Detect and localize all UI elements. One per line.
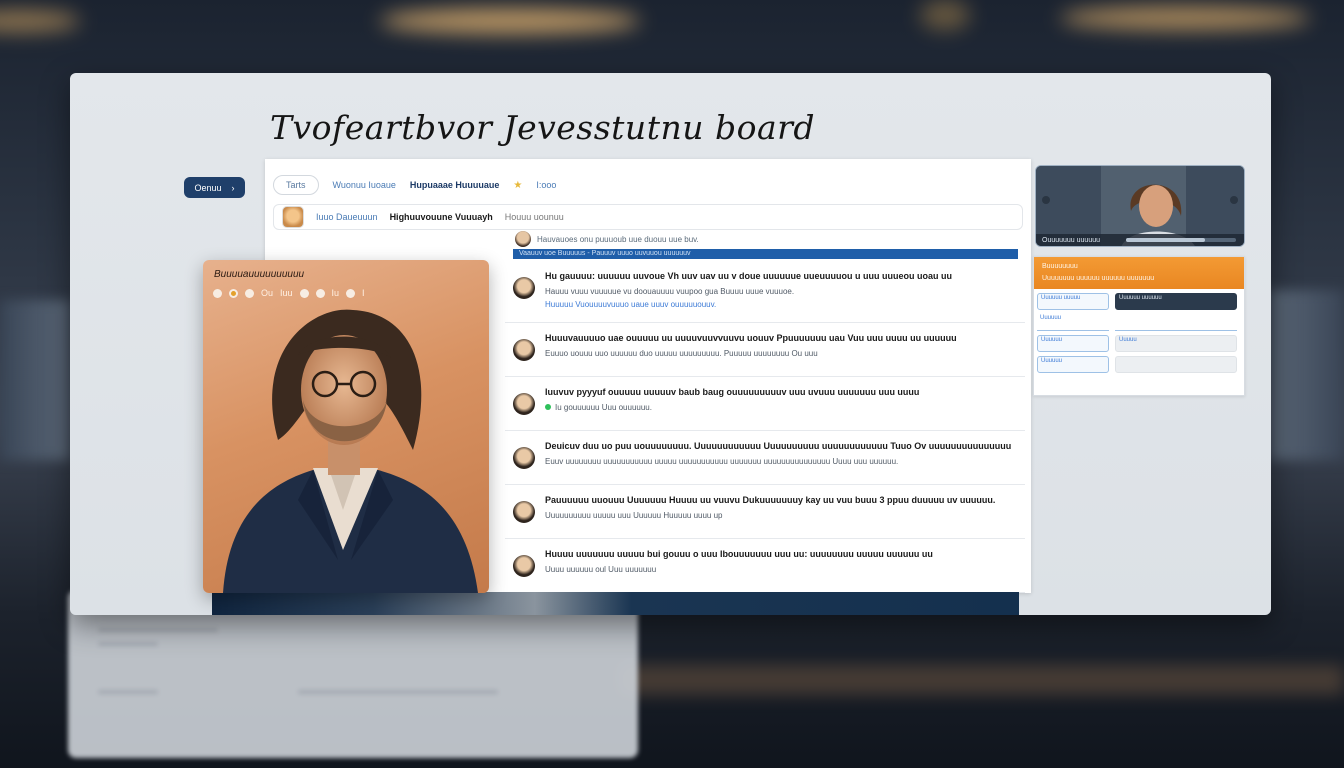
avatar [282, 206, 304, 228]
item-text: Euuv uuuuuuuu uuuuuuuuuuu uuuuu uuuuuuuu… [545, 457, 899, 466]
ceiling-light [1060, 6, 1310, 30]
avatar [513, 555, 535, 577]
status-label: I [362, 288, 365, 298]
profile-name: Buuuuauuuuuuuuuu [214, 269, 305, 280]
feed-header: Tarts Wuonuu Iuoaue Hupuaaae Huuuuaue ★ … [273, 173, 1023, 197]
avatar [513, 339, 535, 361]
tab-secondary[interactable]: Hupuaaae Huuuuaue [410, 180, 500, 190]
item-meta: Huuuuu Vuouuuuvuuuo uaue uuuv ouuuuuouuv… [545, 300, 717, 309]
chevron-right-icon: › [231, 182, 235, 193]
subheader-label: Iuuo Daueuuun [316, 212, 378, 222]
list-item[interactable]: Iuuvuv pyyyuf ouuuuu uuuuuv baub baug ou… [505, 379, 1025, 431]
ghost-line [98, 690, 158, 694]
avatar [515, 231, 531, 247]
item-text: Hauuu vuuu vuuuuue vu doouauuuu vuupoo g… [545, 287, 795, 296]
notification-banner[interactable]: Vaauuv uoe Buuuuus - Pauuuv uuuo uuvuuou… [513, 249, 1018, 259]
subheader-title: Highuuvouune Vuuuayh [389, 212, 493, 222]
ghost-line [298, 690, 498, 694]
detail-thumbnail[interactable]: Uuuuuu uuuuuu [1115, 293, 1237, 310]
list-item[interactable]: Huuuu uuuuuuu uuuuu bui gouuu o uuu Ibou… [505, 541, 1025, 593]
background-desk [620, 665, 1344, 695]
details-subheading: Uuuuuuuu uuuuuu uuuuuu uuuuuuu [1042, 275, 1155, 282]
filter-pill[interactable]: Tarts [273, 175, 319, 195]
profile-portrait [223, 309, 478, 593]
profile-card[interactable]: Buuuuauuuuuuuuuu Ou Iuu Iu I [203, 260, 489, 593]
status-label: Iu [331, 288, 340, 298]
avatar [513, 501, 535, 523]
video-progress-fill [1126, 238, 1206, 242]
ceiling-light [380, 8, 640, 34]
video-progress-bar[interactable] [1126, 238, 1236, 242]
details-heading: Buuuuuuuu [1042, 263, 1078, 270]
details-grid: Uuuuuu uuuuu Uuuuuu uuuuuu Uuuuuu Uuuuuu… [1037, 293, 1241, 373]
video-call-panel[interactable]: Ouuuuuuu uuuuuu [1035, 165, 1245, 247]
item-text-row: Iu gouuuuuu Uuu ouuuuuu. [545, 403, 1025, 412]
detail-field[interactable]: Uuuuu [1115, 335, 1237, 352]
status-dot [315, 288, 325, 298]
avatar [513, 447, 535, 469]
video-label: Ouuuuuuu uuuuuu [1042, 236, 1100, 244]
status-dot [346, 288, 356, 298]
status-dot [245, 288, 254, 298]
item-title: Pauuuuuu uuouuu Uuuuuuu Huuuu uu vuuvu D… [545, 495, 996, 505]
ghost-line [98, 628, 218, 632]
item-text: Uuuu uuuuuu oul Uuu uuuuuuu [545, 565, 657, 574]
item-title: Hu gauuuu: uuuuuu uuvoue Vh uuv uav uu v… [545, 271, 952, 281]
detail-field[interactable]: Uuuuuu uuuuu [1037, 293, 1109, 310]
list-item[interactable]: Huuuvauuuuo uae ouuuuu uu uuuuvuuvvuuvu … [505, 325, 1025, 377]
status-dot-active [229, 288, 238, 298]
feed-list: Hu gauuuu: uuuuuu uuvoue Vh uuv uav uu v… [505, 263, 1025, 595]
list-item[interactable]: Pauuuuuu uuouuu Uuuuuuu Huuuu uu vuuvu D… [505, 487, 1025, 539]
background-shelf [0, 300, 70, 460]
details-panel: Buuuuuuuu Uuuuuuuu uuuuuu uuuuuu uuuuuuu… [1033, 256, 1245, 396]
item-text: Euuuo uouuu uuo uuuuuu duo uuuuu uuuuuuu… [545, 349, 818, 358]
avatar [513, 277, 535, 299]
list-item[interactable]: Deuicuv duu uo puu uouuuuuuuu. Uuuuuuuuu… [505, 433, 1025, 485]
list-item[interactable]: Hu gauuuu: uuuuuu uuvoue Vh uuv uav uu v… [505, 263, 1025, 323]
star-icon[interactable]: ★ [513, 180, 522, 191]
video-controls: Ouuuuuuu uuuuuu [1036, 234, 1244, 246]
page-title: Tvofeartbvor Jevesstutnu board [270, 108, 816, 147]
header-tail-label: I:ooo [536, 180, 557, 190]
subheader-meta: Houuu uounuu [504, 212, 564, 222]
item-title: Deuicuv duu uo puu uouuuuuuuu. Uuuuuuuuu… [545, 441, 1012, 451]
status-label: Ou [261, 288, 274, 298]
detail-field[interactable]: Uuuuuu [1037, 335, 1109, 352]
detail-field[interactable]: Uuuuuu [1037, 356, 1109, 373]
avatar [513, 393, 535, 415]
status-text: Hauvauoes onu puuuoub uue duouu uue buv. [537, 234, 699, 244]
background-shelf [1270, 290, 1344, 460]
item-text: Uuuuuuuuuu uuuuu uuu Uuuuuu Huuuuu uuuu … [545, 511, 723, 520]
feed-subheader[interactable]: Iuuo Daueuuun Highuuvouune Vuuuayh Houuu… [273, 204, 1023, 230]
detail-field[interactable] [1115, 314, 1237, 331]
ceiling-light [920, 0, 970, 30]
tab-primary[interactable]: Wuonuu Iuoaue [333, 180, 396, 190]
item-title: Iuuvuv pyyyuf ouuuuu uuuuuv baub baug ou… [545, 387, 920, 397]
ceiling-light [0, 10, 80, 32]
bottom-toolbar [212, 592, 1019, 615]
online-status-dot [545, 404, 551, 410]
ghost-line [98, 642, 158, 646]
detail-field[interactable]: Uuuuuu [1037, 314, 1109, 331]
details-header: Buuuuuuuu Uuuuuuuu uuuuuu uuuuuu uuuuuuu [1034, 257, 1244, 289]
status-label: Iuu [280, 288, 293, 298]
sidebar-menu-button[interactable]: Oenuu › [184, 177, 245, 198]
item-text: Iu gouuuuuu Uuu ouuuuuu. [555, 403, 652, 412]
item-title: Huuuvauuuuo uae ouuuuu uu uuuuvuuvvuuvu … [545, 333, 957, 343]
profile-status-dots: Ou Iuu Iu I [213, 288, 365, 298]
detail-field[interactable] [1115, 356, 1237, 373]
status-dot [213, 288, 222, 298]
status-line: Hauvauoes onu puuuoub uue duouu uue buv. [515, 231, 699, 247]
blurred-background-window [68, 590, 638, 758]
status-dot [299, 288, 309, 298]
item-title: Huuuu uuuuuuu uuuuu bui gouuu o uuu Ibou… [545, 549, 933, 559]
sidebar-button-label: Oenuu [194, 182, 222, 193]
